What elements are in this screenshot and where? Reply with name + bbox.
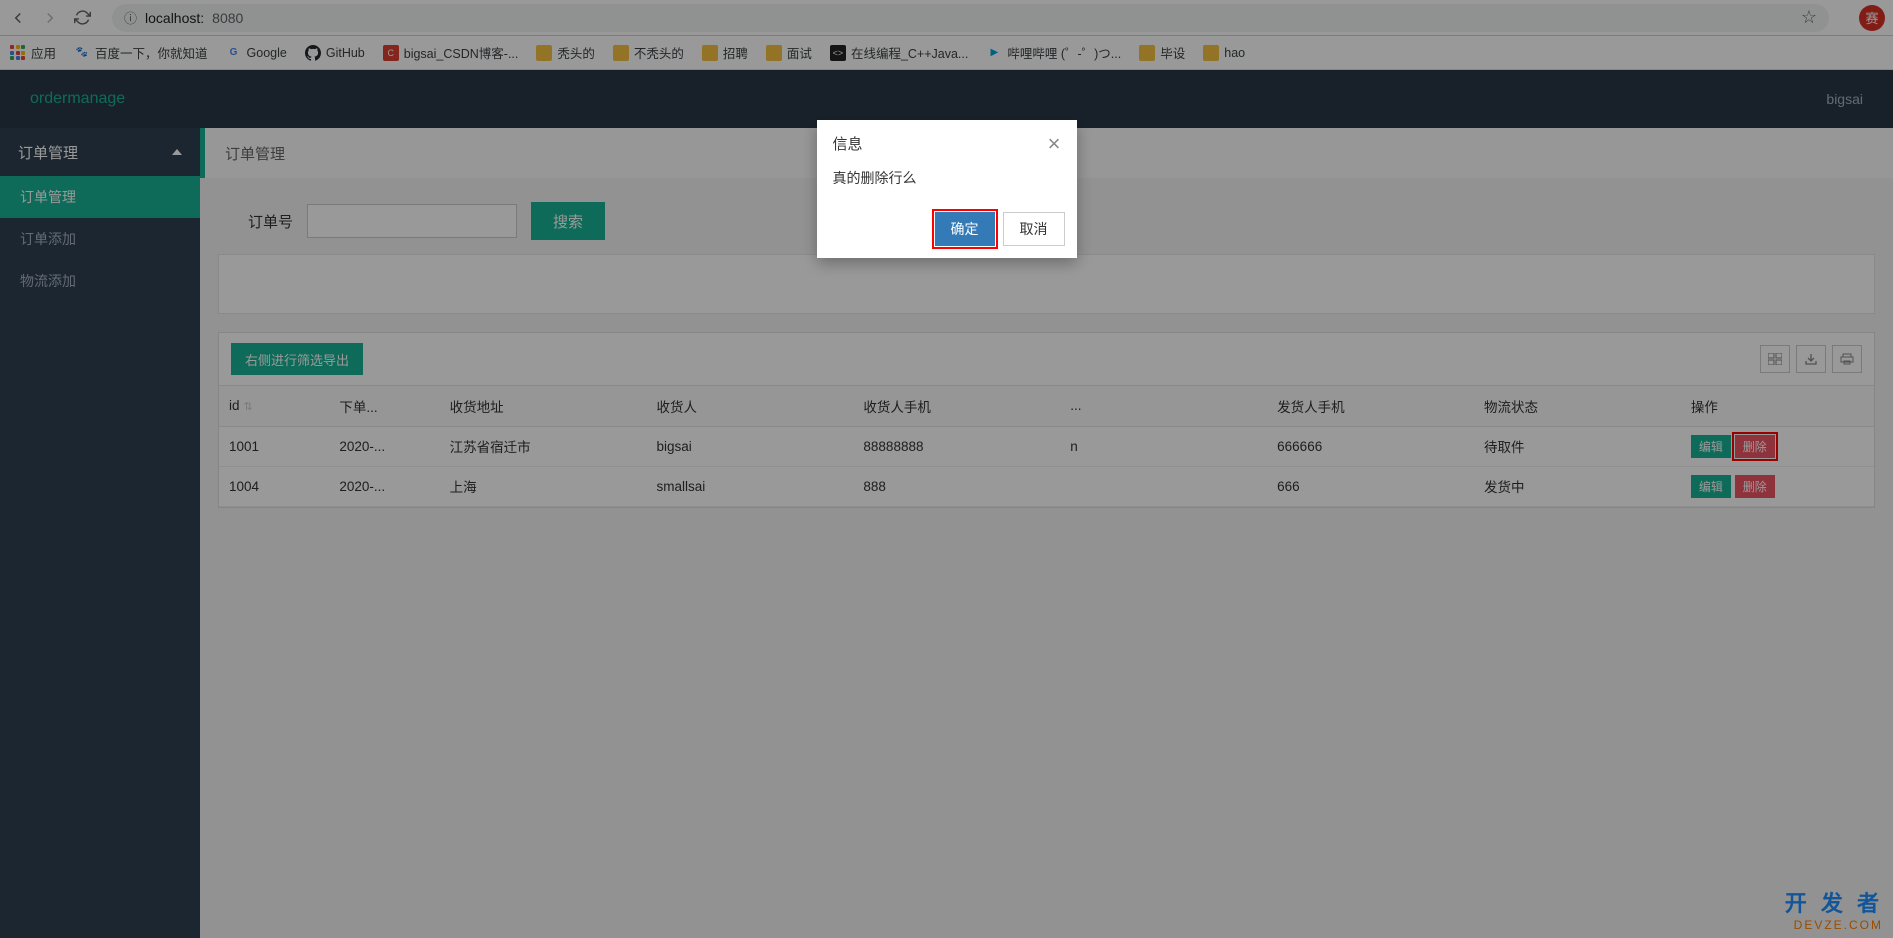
confirm-modal: 信息 × 真的删除行么 确定 取消 [817,120,1077,258]
modal-message: 真的删除行么 [817,168,1077,206]
modal-title: 信息 [833,133,863,154]
modal-overlay: 信息 × 真的删除行么 确定 取消 [0,0,1893,938]
modal-close-icon[interactable]: × [1048,131,1061,157]
cancel-button[interactable]: 取消 [1003,212,1065,246]
confirm-button[interactable]: 确定 [935,212,995,246]
